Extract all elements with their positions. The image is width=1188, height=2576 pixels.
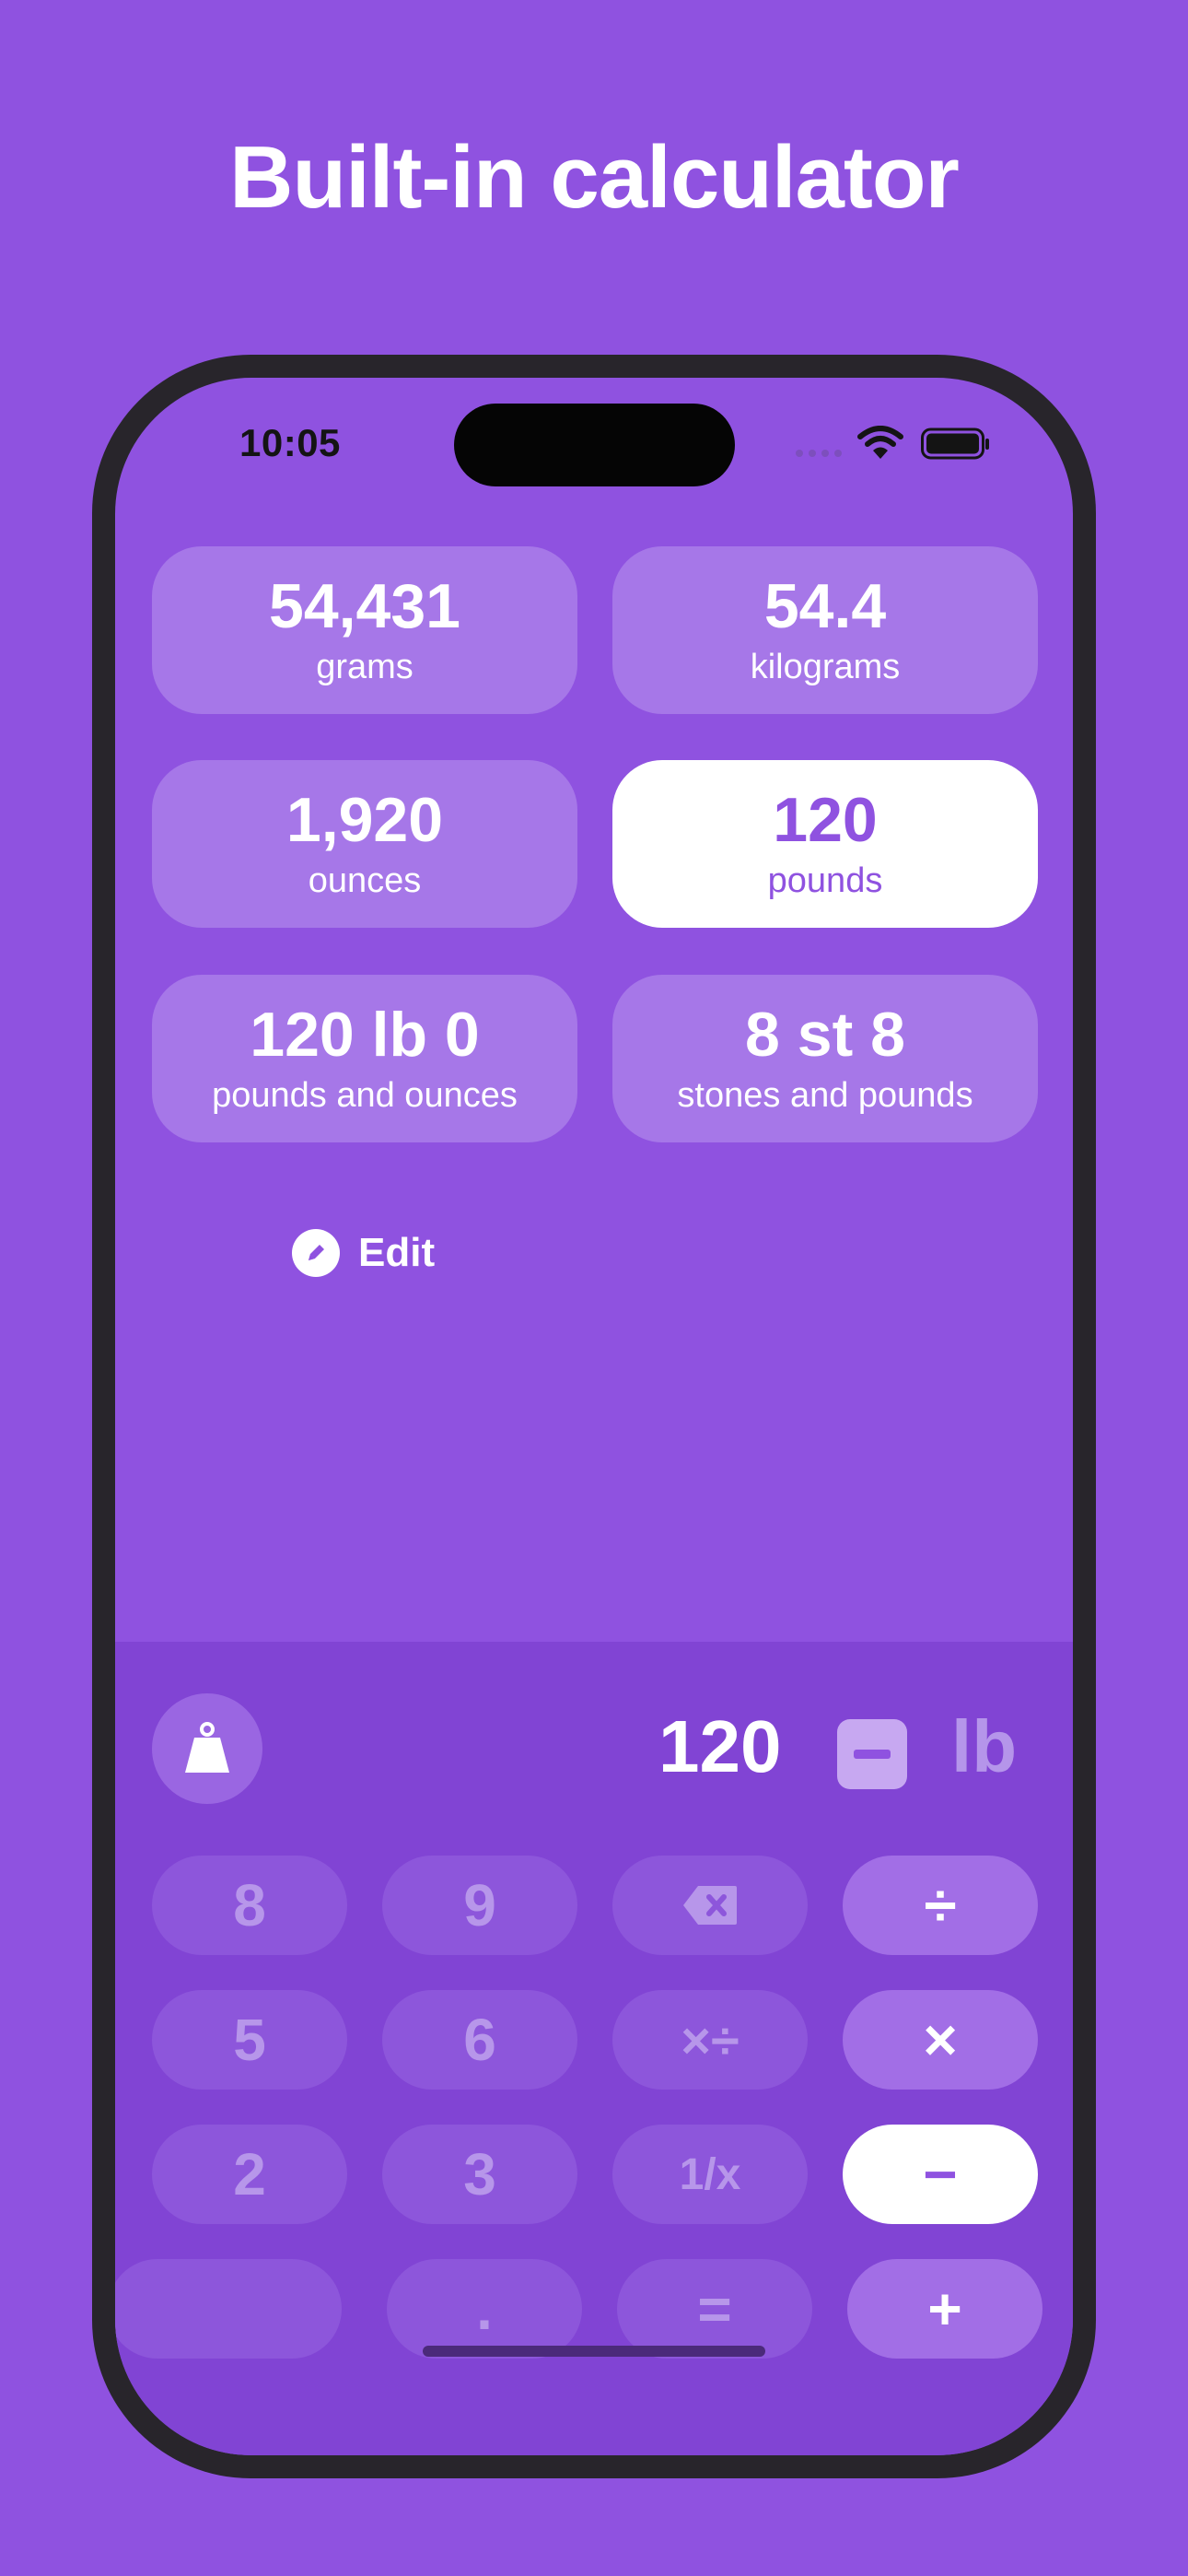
conversion-value: 1,920 bbox=[285, 785, 444, 855]
battery-icon bbox=[921, 427, 989, 460]
conversion-value: 8 st 8 bbox=[745, 1000, 905, 1070]
key-2[interactable]: 2 bbox=[152, 2125, 347, 2224]
edit-label: Edit bbox=[358, 1230, 436, 1275]
minus-square-icon bbox=[854, 1750, 891, 1759]
key-6[interactable]: 6 bbox=[382, 1990, 577, 2090]
key-add[interactable]: + bbox=[847, 2259, 1042, 2359]
conversion-unit: kilograms bbox=[750, 648, 901, 686]
conversion-unit: grams bbox=[316, 648, 413, 686]
conversion-kilograms[interactable]: 54.4 kilograms bbox=[612, 546, 1038, 714]
conversion-ounces[interactable]: 1,920 ounces bbox=[152, 760, 577, 928]
wifi-icon bbox=[857, 426, 903, 459]
weight-icon bbox=[185, 1722, 229, 1773]
conversion-value: 54.4 bbox=[763, 571, 887, 641]
cellular-signal-icon bbox=[796, 450, 842, 457]
home-indicator bbox=[423, 2346, 765, 2357]
key-multiply-divide[interactable]: ×÷ bbox=[612, 1990, 808, 2090]
conversion-unit: stones and pounds bbox=[677, 1076, 973, 1115]
backspace-key[interactable] bbox=[612, 1856, 808, 1955]
conversion-value: 54,431 bbox=[269, 571, 460, 641]
weight-button[interactable] bbox=[152, 1693, 262, 1804]
key-0[interactable] bbox=[115, 2259, 342, 2359]
key-decimal[interactable]: . bbox=[387, 2259, 582, 2359]
conversion-grams[interactable]: 54,431 grams bbox=[152, 546, 577, 714]
input-value: 120 bbox=[658, 1705, 782, 1787]
conversion-unit: ounces bbox=[308, 861, 422, 900]
sign-toggle-button[interactable] bbox=[837, 1719, 907, 1789]
conversion-stones-pounds[interactable]: 8 st 8 stones and pounds bbox=[612, 975, 1038, 1142]
key-equals[interactable]: = bbox=[617, 2259, 812, 2359]
key-8[interactable]: 8 bbox=[152, 1856, 347, 1955]
conversion-value: 120 bbox=[773, 785, 878, 855]
key-divide[interactable]: ÷ bbox=[843, 1856, 1038, 1955]
unit-selector[interactable]: lb bbox=[951, 1704, 1017, 1789]
headline: Built-in calculator bbox=[229, 128, 960, 227]
phone-screen: 10:05 54,431 grams 54.4 kilograms 1,920 … bbox=[115, 378, 1073, 2455]
conversion-pounds[interactable]: 120 pounds bbox=[612, 760, 1038, 928]
conversion-pounds-ounces[interactable]: 120 lb 0 pounds and ounces bbox=[152, 975, 577, 1142]
key-3[interactable]: 3 bbox=[382, 2125, 577, 2224]
key-5[interactable]: 5 bbox=[152, 1990, 347, 2090]
calculator-keyboard: 120 lb 8 9 ÷ 5 6 ×÷ × 2 3 1/x − . = + bbox=[115, 1642, 1073, 2455]
key-multiply[interactable]: × bbox=[843, 1990, 1038, 2090]
conversion-value: 120 lb 0 bbox=[250, 1000, 480, 1070]
key-9[interactable]: 9 bbox=[382, 1856, 577, 1955]
backspace-icon bbox=[683, 1886, 737, 1925]
status-time: 10:05 bbox=[239, 421, 341, 464]
pencil-icon bbox=[292, 1229, 340, 1277]
conversion-unit: pounds and ounces bbox=[212, 1076, 518, 1115]
edit-button[interactable]: Edit bbox=[292, 1225, 435, 1281]
key-reciprocal[interactable]: 1/x bbox=[612, 2125, 808, 2224]
dynamic-island bbox=[454, 404, 735, 486]
key-subtract[interactable]: − bbox=[843, 2125, 1038, 2224]
conversion-unit: pounds bbox=[767, 861, 883, 900]
